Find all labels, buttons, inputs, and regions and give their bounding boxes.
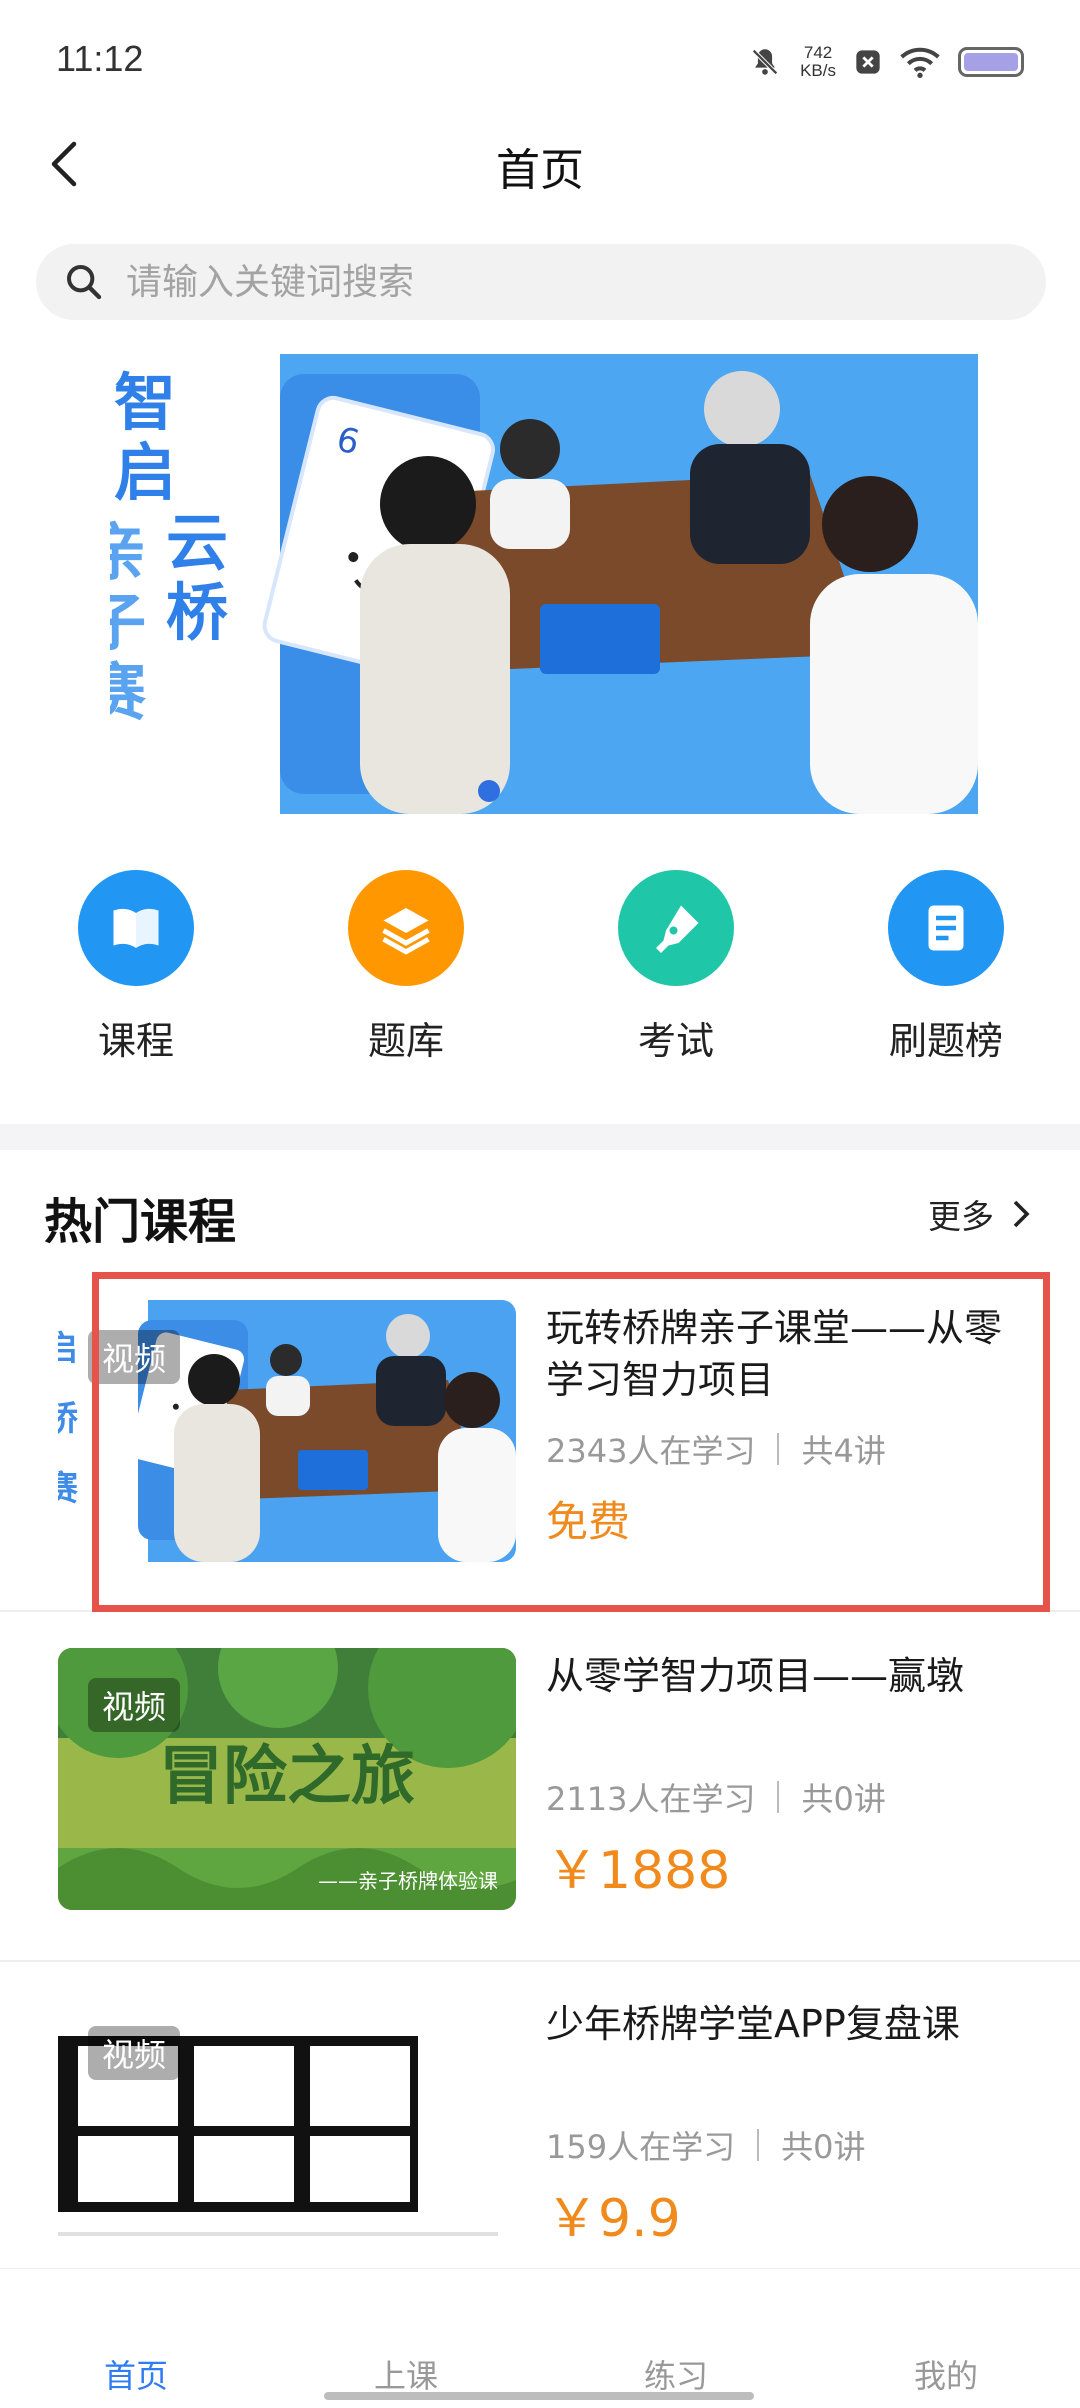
course-thumbnail: 视频 bbox=[58, 1996, 516, 2258]
book-icon bbox=[78, 870, 194, 986]
menu-label: 课程 bbox=[97, 1019, 174, 1063]
more-label: 更多 bbox=[928, 1197, 994, 1236]
chevron-right-icon bbox=[1013, 1200, 1030, 1228]
thumb-title: 冒险之旅 bbox=[159, 1740, 415, 1814]
svg-text:子: 子 bbox=[110, 586, 146, 659]
banner-carousel[interactable]: 6 智 启 云 桥 亲 子 赛 bbox=[110, 354, 978, 814]
svg-text:云: 云 bbox=[166, 506, 228, 579]
highlight-box bbox=[92, 1272, 1050, 1612]
tab-home[interactable]: 首页 bbox=[36, 2351, 236, 2397]
network-speed: 742 KB/s bbox=[800, 44, 836, 80]
status-time: 11:12 bbox=[56, 38, 144, 79]
search-input[interactable] bbox=[126, 261, 986, 303]
course-thumbnail: 冒险之旅 ——亲子桥牌体验课 视频 bbox=[58, 1648, 516, 1910]
svg-text:启: 启 bbox=[58, 1329, 78, 1369]
speed-value: 742 bbox=[803, 43, 833, 62]
course-card[interactable]: 冒险之旅 ——亲子桥牌体验课 视频 从零学智力项目——赢墩 2113人在学习 共… bbox=[0, 1620, 1080, 1960]
menu-label: 题库 bbox=[367, 1019, 444, 1063]
course-price: ￥9.9 bbox=[546, 2189, 681, 2249]
svg-text:启: 启 bbox=[114, 436, 176, 509]
tab-class[interactable]: 上课 bbox=[306, 2351, 506, 2397]
tab-practice[interactable]: 练习 bbox=[576, 2351, 776, 2397]
notification-x-icon bbox=[856, 50, 880, 74]
meta-divider bbox=[777, 1781, 780, 1813]
mute-bell-icon bbox=[752, 49, 778, 75]
course-title: 从零学智力项目——赢墩 bbox=[546, 1654, 965, 1698]
menu-item-courses[interactable]: 课程 bbox=[36, 870, 236, 1065]
speed-unit: KB/s bbox=[800, 61, 836, 80]
menu-item-exam[interactable]: 考试 bbox=[576, 870, 776, 1065]
menu-label: 考试 bbox=[637, 1019, 714, 1063]
lecture-count: 共0讲 bbox=[781, 2128, 866, 2166]
more-link[interactable]: 更多 bbox=[928, 1190, 1032, 1238]
carousel-indicator bbox=[478, 780, 500, 802]
home-indicator[interactable] bbox=[324, 2392, 754, 2400]
course-meta: 159人在学习 共0讲 bbox=[546, 2122, 865, 2168]
section-title: 热门课程 bbox=[44, 1194, 237, 1250]
menu-item-question-bank[interactable]: 题库 bbox=[306, 870, 506, 1065]
status-bar: 11:12 742 KB/s bbox=[0, 0, 1080, 120]
bottom-tab-bar: 首页 上课 练习 我的 bbox=[0, 2268, 1080, 2408]
svg-text:赛: 赛 bbox=[58, 1469, 79, 1509]
list-icon bbox=[888, 870, 1004, 986]
course-card[interactable]: 视频 少年桥牌学堂APP复盘课 159人在学习 共0讲 ￥9.9 bbox=[0, 1968, 1080, 2308]
nav-bar: 首页 bbox=[0, 120, 1080, 210]
meta-divider bbox=[757, 2129, 760, 2161]
lecture-count: 共0讲 bbox=[801, 1780, 886, 1818]
svg-text:桥: 桥 bbox=[166, 576, 228, 649]
course-meta: 2113人在学习 共0讲 bbox=[546, 1774, 886, 1820]
search-bar[interactable] bbox=[36, 244, 1046, 320]
learner-count: 2113人在学习 bbox=[546, 1780, 756, 1818]
video-tag: 视频 bbox=[88, 2026, 181, 2080]
learner-count: 159人在学习 bbox=[546, 2128, 736, 2166]
battery-icon bbox=[958, 47, 1024, 77]
svg-text:桥: 桥 bbox=[58, 1399, 78, 1439]
status-icons: 742 KB/s bbox=[748, 40, 1024, 84]
menu-label: 刷题榜 bbox=[888, 1019, 1003, 1063]
section-divider bbox=[0, 1124, 1080, 1150]
search-icon bbox=[67, 265, 102, 300]
svg-text:智: 智 bbox=[114, 366, 176, 439]
course-price: ￥1888 bbox=[546, 1841, 731, 1901]
quick-menu: 课程 题库 考试 刷题榜 bbox=[0, 870, 1080, 1070]
page-title: 首页 bbox=[496, 145, 584, 196]
course-title: 少年桥牌学堂APP复盘课 bbox=[546, 2002, 960, 2046]
pen-icon bbox=[618, 870, 734, 986]
menu-item-leaderboard[interactable]: 刷题榜 bbox=[846, 870, 1046, 1065]
banner-image: 6 智 启 云 桥 亲 子 赛 bbox=[110, 354, 978, 814]
thumb-subtitle: ——亲子桥牌体验课 bbox=[318, 1869, 498, 1893]
svg-text:赛: 赛 bbox=[110, 656, 147, 729]
tab-mine[interactable]: 我的 bbox=[846, 2351, 1046, 2397]
video-tag: 视频 bbox=[88, 1678, 181, 1732]
layers-icon bbox=[348, 870, 464, 986]
wifi-icon bbox=[900, 47, 940, 78]
list-divider bbox=[0, 1960, 1080, 1962]
svg-text:亲: 亲 bbox=[110, 516, 146, 589]
